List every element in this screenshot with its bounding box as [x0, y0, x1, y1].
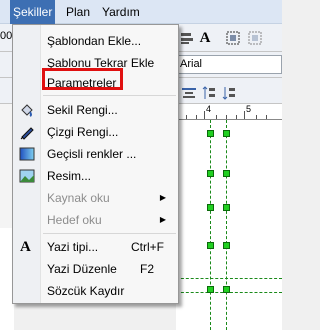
- menu-item-hedef-oku[interactable]: Hedef oku ▶: [15, 209, 176, 231]
- horizontal-ruler: 4 5: [176, 104, 282, 120]
- selection-handle[interactable]: [207, 130, 214, 137]
- menu-item-gecisli-renkler[interactable]: Geçisli renkler ...: [15, 143, 176, 165]
- ruler-number: 4: [206, 104, 212, 114]
- group-icon[interactable]: [224, 29, 242, 47]
- selection-handle[interactable]: [223, 242, 230, 249]
- submenu-arrow-icon: ▶: [159, 215, 166, 224]
- menu-item-resim[interactable]: Resim...: [15, 165, 176, 187]
- align-icon[interactable]: [178, 29, 196, 47]
- selection-handle[interactable]: [207, 204, 214, 211]
- distribute-horizontal-icon[interactable]: [220, 84, 238, 102]
- font-icon: A: [20, 239, 31, 255]
- connector-line: [210, 120, 211, 330]
- selection-handle[interactable]: [207, 242, 214, 249]
- font-name-field[interactable]: Arial: [176, 55, 282, 74]
- connector-line: [226, 120, 227, 330]
- menubar: Şekiller Plan Yardım: [0, 0, 282, 24]
- menu-item-sozcuk-kaydir[interactable]: Sözcük Kaydır: [15, 280, 176, 302]
- selection-handle[interactable]: [223, 286, 230, 293]
- selection-handle[interactable]: [223, 170, 230, 177]
- selection-handle[interactable]: [223, 130, 230, 137]
- sekiller-dropdown-menu: Şablondan Ekle... Şablonu Tekrar Ekle Pa…: [12, 24, 179, 304]
- menu-item-kaynak-oku[interactable]: Kaynak oku ▶: [15, 187, 176, 209]
- pen-icon: [19, 124, 35, 140]
- menu-item-yazi-duzenle[interactable]: Yazi Düzenle F2: [15, 258, 176, 280]
- menu-item-cizgi-rengi[interactable]: Çizgi Rengi...: [15, 121, 176, 143]
- menu-yardim[interactable]: Yardım: [99, 0, 143, 24]
- bold-font-icon[interactable]: A: [196, 29, 214, 47]
- selection-handle[interactable]: [223, 204, 230, 211]
- menu-item-yazi-tipi[interactable]: A Yazi tipi... Ctrl+F: [15, 236, 176, 258]
- selection-handle[interactable]: [207, 170, 214, 177]
- toolbar-partial-text: 00: [0, 30, 13, 42]
- submenu-arrow-icon: ▶: [159, 193, 166, 202]
- gradient-icon: [19, 146, 35, 162]
- drawing-canvas[interactable]: [176, 120, 282, 330]
- highlight-annotation: [42, 68, 123, 90]
- connector-line: [176, 278, 282, 279]
- ungroup-icon[interactable]: [246, 29, 264, 47]
- picture-icon: [19, 168, 35, 184]
- ruler-number: 5: [246, 104, 252, 114]
- menu-item-sekil-rengi[interactable]: Sekil Rengi...: [15, 99, 176, 121]
- menu-plan[interactable]: Plan: [63, 0, 93, 24]
- menu-item-sablondan-ekle[interactable]: Şablondan Ekle...: [15, 30, 176, 52]
- paint-bucket-icon: [19, 102, 35, 118]
- distribute-vertical-icon[interactable]: [200, 84, 218, 102]
- menu-sekiller[interactable]: Şekiller: [10, 0, 56, 24]
- selection-handle[interactable]: [207, 286, 214, 293]
- align-center-icon[interactable]: [180, 84, 198, 102]
